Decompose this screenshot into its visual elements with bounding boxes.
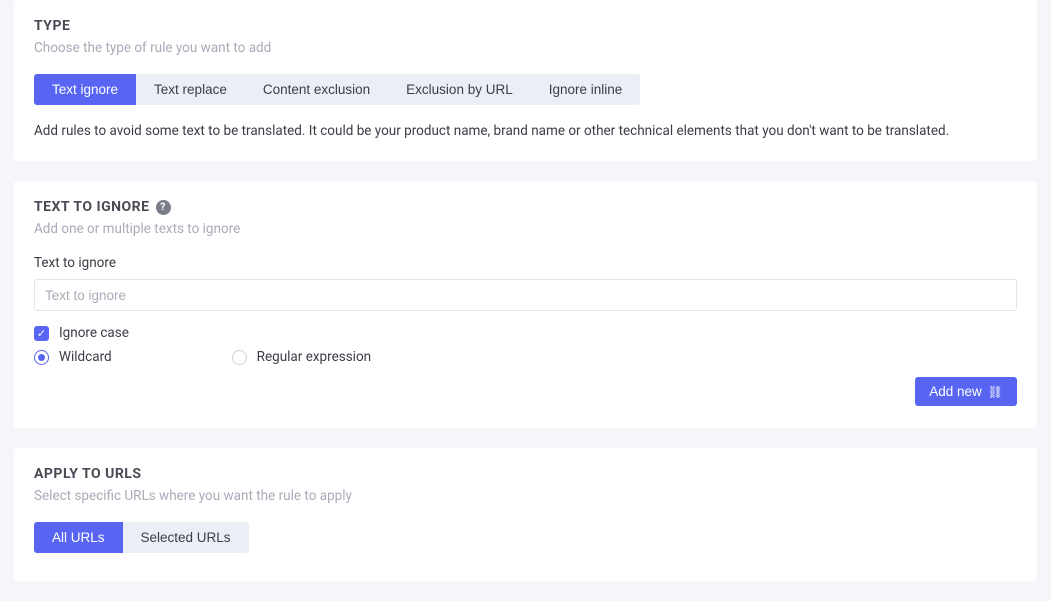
- apply-urls-title: APPLY TO URLS: [34, 466, 1017, 482]
- ignore-case-row[interactable]: ✓ Ignore case: [34, 325, 1017, 341]
- type-subtitle: Choose the type of rule you want to add: [34, 40, 1017, 56]
- text-to-ignore-card: TEXT TO IGNORE ? Add one or multiple tex…: [14, 181, 1037, 428]
- mode-regex-label: Regular expression: [257, 349, 371, 365]
- tab-text-replace[interactable]: Text replace: [136, 74, 245, 105]
- tab-ignore-inline[interactable]: Ignore inline: [531, 74, 641, 105]
- link-icon: ⛓: [988, 385, 1003, 399]
- text-to-ignore-title-text: TEXT TO IGNORE: [34, 199, 150, 215]
- ignore-case-checkbox[interactable]: ✓: [34, 326, 49, 341]
- mode-regex-radio[interactable]: [232, 350, 247, 365]
- type-description: Add rules to avoid some text to be trans…: [34, 123, 1017, 139]
- apply-urls-tabbar: All URLs Selected URLs: [34, 522, 249, 553]
- add-button-row: Add new ⛓: [34, 377, 1017, 406]
- tab-selected-urls[interactable]: Selected URLs: [123, 522, 249, 553]
- apply-urls-subtitle: Select specific URLs where you want the …: [34, 488, 1017, 504]
- add-new-label: Add new: [929, 384, 982, 399]
- apply-urls-card: APPLY TO URLS Select specific URLs where…: [14, 448, 1037, 581]
- mode-wildcard-label: Wildcard: [59, 349, 112, 365]
- type-card: TYPE Choose the type of rule you want to…: [14, 0, 1037, 161]
- mode-wildcard-row[interactable]: Wildcard: [34, 349, 112, 365]
- text-to-ignore-subtitle: Add one or multiple texts to ignore: [34, 221, 1017, 237]
- help-icon[interactable]: ?: [156, 200, 171, 215]
- mode-wildcard-radio[interactable]: [34, 350, 49, 365]
- tab-content-exclusion[interactable]: Content exclusion: [245, 74, 388, 105]
- text-to-ignore-input[interactable]: [34, 279, 1017, 311]
- type-title: TYPE: [34, 18, 1017, 34]
- mode-radio-group: Wildcard Regular expression: [34, 349, 1017, 373]
- type-tabbar: Text ignore Text replace Content exclusi…: [34, 74, 640, 105]
- tab-text-ignore[interactable]: Text ignore: [34, 74, 136, 105]
- text-to-ignore-field-label: Text to ignore: [34, 255, 1017, 271]
- mode-regex-row[interactable]: Regular expression: [232, 349, 371, 365]
- ignore-case-label: Ignore case: [59, 325, 129, 341]
- add-new-button[interactable]: Add new ⛓: [915, 377, 1017, 406]
- tab-all-urls[interactable]: All URLs: [34, 522, 123, 553]
- tab-exclusion-by-url[interactable]: Exclusion by URL: [388, 74, 531, 105]
- text-to-ignore-title: TEXT TO IGNORE ?: [34, 199, 1017, 215]
